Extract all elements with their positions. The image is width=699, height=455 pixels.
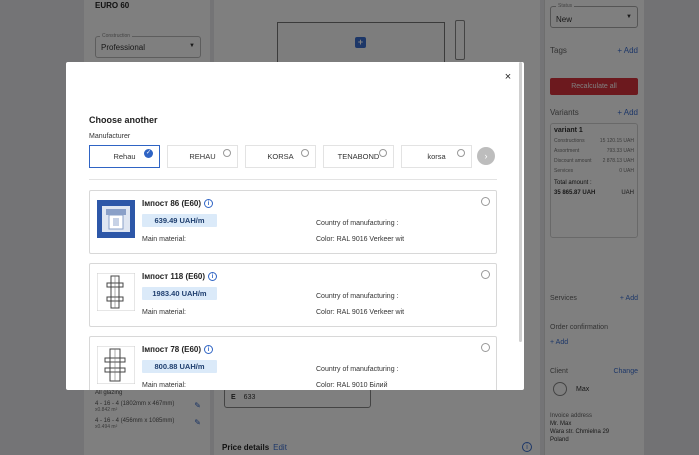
product-card[interactable]: Імпост 118 (E60) i 1983.40 UAH/m Main mat… bbox=[89, 263, 497, 327]
manufacturer-carousel: Rehau ✓ REHAU KORSA TENABOND korsa › bbox=[89, 145, 499, 169]
main-material-label: Main material: bbox=[142, 382, 186, 389]
info-icon[interactable]: i bbox=[208, 272, 218, 282]
product-thumbnail bbox=[97, 346, 135, 384]
product-card[interactable]: Імпост 78 (E60) i 800.88 UAH/m Main mater… bbox=[89, 336, 497, 390]
product-thumbnail bbox=[97, 200, 135, 238]
product-card[interactable]: Імпост 86 (E60) i 639.49 UAH/m Main mater… bbox=[89, 190, 497, 254]
check-circle-icon: ✓ bbox=[144, 149, 153, 158]
choose-another-dialog: × Choose another Manufacturer Rehau ✓ RE… bbox=[66, 62, 524, 390]
radio-icon bbox=[223, 149, 231, 157]
manufacturer-option-tenabond[interactable]: TENABOND bbox=[323, 145, 394, 168]
country-label: Country of manufacturing : bbox=[316, 366, 399, 373]
radio-icon[interactable] bbox=[481, 270, 490, 279]
radio-icon[interactable] bbox=[481, 197, 490, 206]
product-name: Імпост 86 (E60) i bbox=[142, 199, 214, 209]
radio-icon[interactable] bbox=[481, 343, 490, 352]
main-material-label: Main material: bbox=[142, 309, 186, 316]
product-price: 1983.40 UAH/m bbox=[142, 287, 217, 300]
manufacturer-option-korsa-upper[interactable]: KORSA bbox=[245, 145, 316, 168]
close-icon[interactable]: × bbox=[502, 71, 514, 83]
main-material-label: Main material: bbox=[142, 236, 186, 243]
product-price: 800.88 UAH/m bbox=[142, 360, 217, 373]
product-thumbnail bbox=[97, 273, 135, 311]
info-icon[interactable]: i bbox=[204, 199, 214, 209]
product-color: Color: RAL 9010 Білий bbox=[316, 382, 388, 389]
scrollbar[interactable] bbox=[519, 62, 522, 342]
country-label: Country of manufacturing : bbox=[316, 220, 399, 227]
country-label: Country of manufacturing : bbox=[316, 293, 399, 300]
product-color: Color: RAL 9016 Verkeer wit bbox=[316, 309, 405, 316]
product-name: Імпост 78 (E60) i bbox=[142, 345, 214, 355]
product-name: Імпост 118 (E60) i bbox=[142, 272, 218, 282]
info-icon[interactable]: i bbox=[204, 345, 214, 355]
product-color: Color: RAL 9016 Verkeer wit bbox=[316, 236, 405, 243]
radio-icon bbox=[379, 149, 387, 157]
radio-icon bbox=[457, 149, 465, 157]
manufacturer-option-rehau[interactable]: Rehau ✓ bbox=[89, 145, 160, 168]
radio-icon bbox=[301, 149, 309, 157]
chevron-right-icon[interactable]: › bbox=[477, 147, 495, 165]
manufacturer-option-rehau-upper[interactable]: REHAU bbox=[167, 145, 238, 168]
manufacturer-option-korsa[interactable]: korsa bbox=[401, 145, 472, 168]
product-price: 639.49 UAH/m bbox=[142, 214, 217, 227]
manufacturer-label: Manufacturer bbox=[89, 133, 131, 140]
divider bbox=[89, 179, 497, 180]
dialog-title: Choose another bbox=[89, 115, 158, 125]
